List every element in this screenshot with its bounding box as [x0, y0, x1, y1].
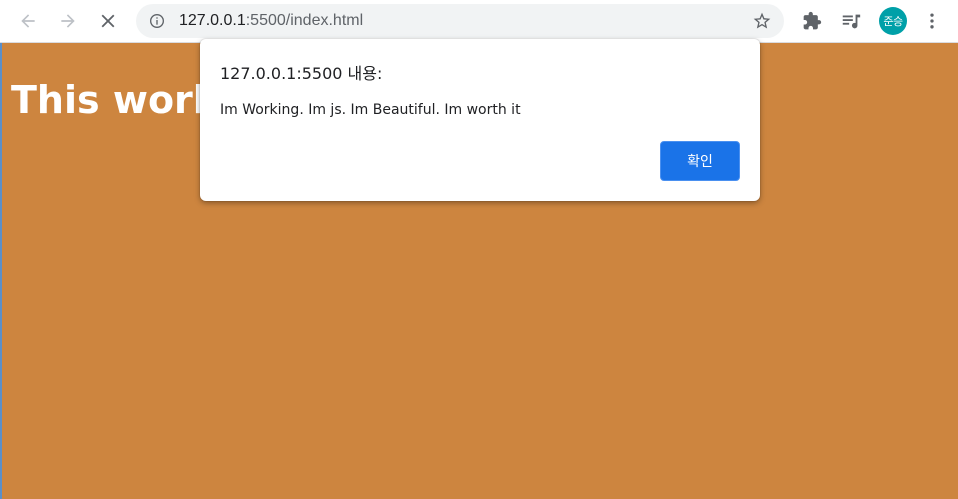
more-vert-icon	[930, 13, 934, 29]
dialog-title: 127.0.0.1:5500 내용:	[220, 64, 383, 83]
extensions-button[interactable]	[797, 6, 827, 36]
alert-dialog: 127.0.0.1:5500 내용: Im Working. Im js. Im…	[200, 39, 760, 201]
info-icon[interactable]	[149, 13, 165, 29]
dialog-message: Im Working. Im js. Im Beautiful. Im wort…	[220, 102, 521, 118]
close-icon	[101, 14, 115, 28]
star-icon[interactable]	[752, 11, 772, 31]
arrow-forward-icon	[61, 14, 75, 28]
stop-loading-button[interactable]	[93, 6, 123, 36]
back-button[interactable]	[13, 6, 43, 36]
url-host: 127.0.0.1	[179, 12, 246, 29]
media-control-button[interactable]	[836, 6, 866, 36]
url-text[interactable]: 127.0.0.1:5500/index.html	[179, 11, 363, 31]
ok-button[interactable]: 확인	[660, 141, 740, 181]
browser-menu-button[interactable]	[917, 6, 947, 36]
media-queue-icon	[842, 14, 861, 29]
profile-avatar[interactable]: 준승	[879, 7, 907, 35]
browser-toolbar: 127.0.0.1:5500/index.html 준승	[0, 0, 958, 43]
url-path: :5500/index.html	[245, 12, 364, 29]
forward-button[interactable]	[53, 6, 83, 36]
arrow-back-icon	[21, 14, 35, 28]
puzzle-icon	[803, 11, 822, 30]
address-bar[interactable]: 127.0.0.1:5500/index.html	[136, 4, 784, 38]
